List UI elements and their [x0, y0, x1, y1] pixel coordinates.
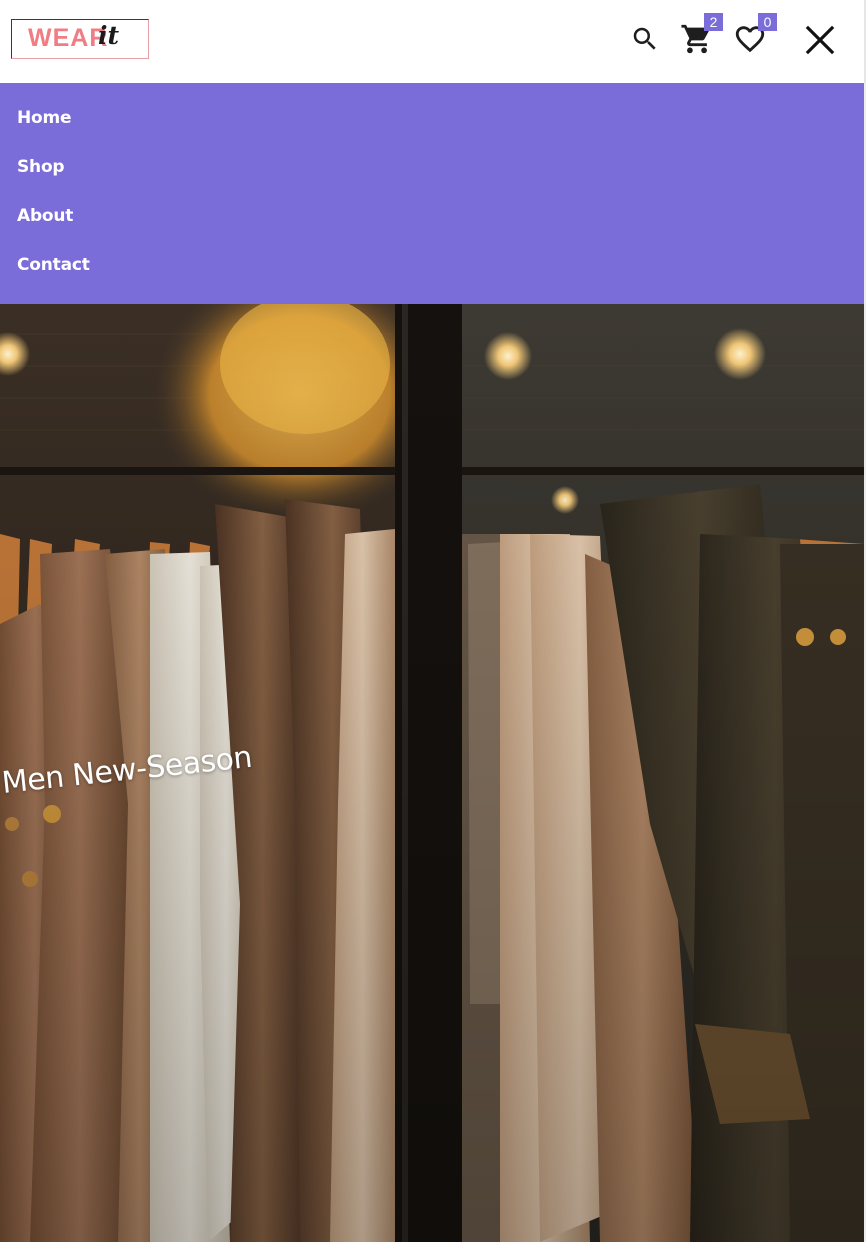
nav-item-shop[interactable]: Shop — [17, 157, 65, 177]
mobile-nav-menu: Home Shop About Contact — [0, 83, 864, 304]
search-button[interactable] — [630, 24, 660, 54]
close-icon — [805, 25, 835, 55]
logo[interactable]: WEAR it — [11, 19, 149, 59]
nav-item-about[interactable]: About — [17, 206, 73, 226]
nav-item-home[interactable]: Home — [17, 108, 72, 128]
nav-item-contact[interactable]: Contact — [17, 255, 90, 275]
site-header: WEAR it 2 0 — [0, 0, 866, 83]
wishlist-count-badge: 0 — [758, 13, 777, 31]
cart-count-badge: 2 — [704, 13, 723, 31]
logo-text: WEAR — [28, 24, 109, 52]
hero-banner: Men New-Season — [0, 304, 864, 1242]
close-menu-button[interactable] — [804, 24, 836, 56]
logo-script-text: it — [98, 21, 120, 50]
search-icon — [633, 27, 656, 50]
